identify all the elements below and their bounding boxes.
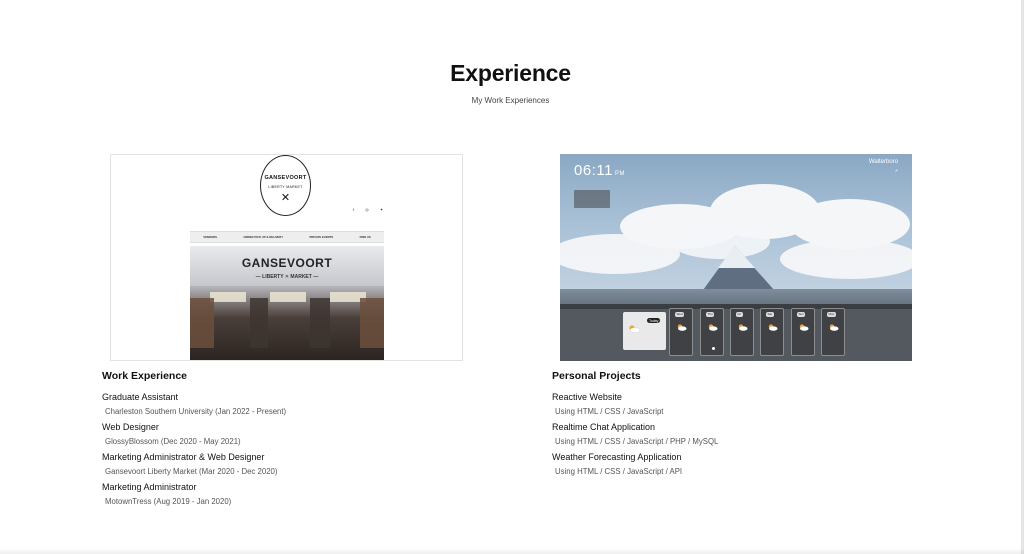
day-label: Fri	[736, 312, 743, 317]
mountain-snow	[718, 246, 755, 268]
day-label: Wed	[675, 312, 685, 317]
partly-cloudy-icon	[629, 325, 641, 333]
partly-cloudy-icon	[829, 324, 839, 331]
forecast-day-card: Wed	[669, 308, 693, 356]
partly-cloudy-icon	[677, 324, 687, 331]
bottom-shadow	[0, 548, 1024, 554]
today-forecast-card: Today	[623, 312, 666, 350]
day-label: Sat	[766, 312, 774, 317]
list-item: Reactive Website Using HTML / CSS / Java…	[552, 391, 912, 418]
today-badge: Today	[647, 318, 661, 323]
job-title: Marketing Administrator & Web Designer	[102, 452, 265, 462]
project-detail: Using HTML / CSS / JavaScript / API	[555, 467, 683, 476]
project-title: Weather Forecasting Application	[552, 452, 682, 462]
day-label: Thu	[706, 312, 715, 317]
clock-ampm: PM	[614, 171, 625, 177]
job-detail: GlossyBlossom (Dec 2020 - May 2021)	[105, 437, 241, 446]
gansevoort-website-screenshot[interactable]: GANSEVOORT LIBERTY MARKET ✕ f ◎ ✦ VENDOR…	[110, 154, 463, 361]
job-title: Web Designer	[102, 422, 159, 432]
list-item: Marketing Administrator MotownTress (Aug…	[102, 481, 462, 508]
partly-cloudy-icon	[708, 324, 718, 331]
personal-projects-heading: Personal Projects	[552, 370, 641, 382]
weather-app-screenshot[interactable]: 06:11 PM Walterboro ⇗ Today Wed Thu Fri S…	[560, 154, 912, 361]
job-detail: Charleston Southern University (Jan 2022…	[105, 407, 287, 416]
gansevoort-logo: GANSEVOORT LIBERTY MARKET ✕	[260, 155, 311, 216]
nav-item: FIND US	[359, 235, 371, 239]
site-nav-bar: VENDORS ORDER PICK UP & DELIVERY PRIVATE…	[190, 231, 384, 243]
job-detail: MotownTress (Aug 2019 - Jan 2020)	[105, 497, 232, 506]
social-icons: f ◎ ✦	[353, 207, 389, 212]
work-experience-heading: Work Experience	[102, 370, 188, 382]
market-sign-sub: — LIBERTY ✕ MARKET —	[255, 274, 319, 280]
job-title: Marketing Administrator	[102, 482, 197, 492]
section-title: Experience	[450, 60, 571, 86]
list-item: Weather Forecasting Application Using HT…	[552, 451, 912, 478]
day-label: Sun	[797, 312, 806, 317]
project-detail: Using HTML / CSS / JavaScript	[555, 407, 664, 416]
clock-time: 06:11	[574, 162, 613, 179]
list-item: Web Designer GlossyBlossom (Dec 2020 - M…	[102, 421, 462, 448]
list-item: Marketing Administrator & Web Designer G…	[102, 451, 462, 478]
list-item: Graduate Assistant Charleston Southern U…	[102, 391, 462, 418]
forecast-day-card: Sun	[791, 308, 815, 356]
crossed-forks-icon: ✕	[280, 192, 291, 204]
forecast-day-card: Mon	[821, 308, 845, 356]
job-detail: Gansevoort Liberty Market (Mar 2020 - De…	[105, 467, 278, 476]
market-photo: GANSEVOORT — LIBERTY ✕ MARKET —	[190, 246, 384, 360]
partly-cloudy-icon	[738, 324, 748, 331]
location-arrow-icon: ⇗	[894, 168, 898, 173]
logo-subtitle: LIBERTY MARKET	[268, 185, 303, 189]
nav-item: VENDORS	[203, 235, 218, 239]
city-name: Walterboro	[868, 159, 898, 165]
partly-cloudy-icon	[799, 324, 809, 331]
carousel-dot-icon	[712, 347, 715, 350]
day-label: Mon	[827, 312, 836, 317]
nav-item: ORDER PICK UP & DELIVERY	[243, 235, 284, 239]
project-title: Reactive Website	[552, 392, 622, 402]
market-sign: GANSEVOORT	[241, 256, 333, 270]
clock-display: 06:11 PM	[574, 162, 625, 179]
project-title: Realtime Chat Application	[552, 422, 656, 432]
nav-item: PRIVATE EVENTS	[309, 235, 334, 239]
personal-projects-section: Personal Projects Reactive Website Using…	[552, 370, 912, 480]
forecast-day-card: Fri	[730, 308, 754, 356]
partly-cloudy-icon	[768, 324, 778, 331]
logo-name: GANSEVOORT	[264, 175, 307, 181]
list-item: Realtime Chat Application Using HTML / C…	[552, 421, 912, 448]
weather-info-box	[574, 190, 610, 208]
work-experience-section: Work Experience Graduate Assistant Charl…	[102, 370, 462, 510]
project-detail: Using HTML / CSS / JavaScript / PHP / My…	[555, 437, 719, 446]
section-subtitle: My Work Experiences	[471, 96, 550, 105]
job-title: Graduate Assistant	[102, 392, 179, 402]
forecast-day-card: Sat	[760, 308, 784, 356]
